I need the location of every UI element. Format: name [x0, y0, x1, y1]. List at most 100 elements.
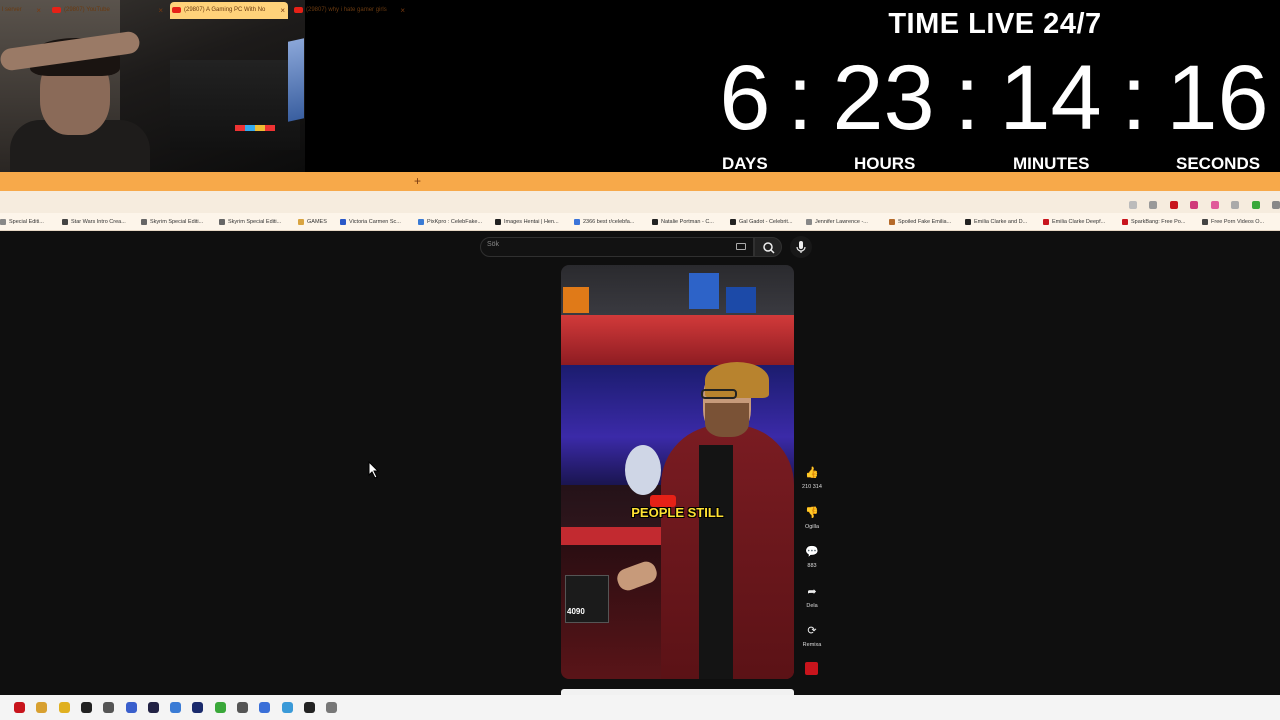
bookmark-item[interactable]: Gal Gadot - Celebrit... — [730, 217, 793, 227]
bookmark-label: GAMES — [307, 219, 327, 225]
bookmark-item[interactable]: Natalie Portman - C... — [652, 217, 714, 227]
close-icon[interactable]: × — [280, 2, 285, 19]
thumbs-up-icon: 👍 — [805, 467, 819, 479]
close-icon[interactable]: × — [158, 2, 163, 19]
like-button[interactable]: 👍 210 314 — [799, 466, 825, 490]
bookmark-label: Star Wars Intro Crea... — [71, 219, 126, 225]
timer-seconds-label: SECONDS — [1176, 154, 1261, 173]
extension-icon[interactable] — [1169, 201, 1178, 209]
taskbar-app-icon[interactable] — [192, 702, 204, 713]
timer-days-label: DAYS — [722, 154, 768, 173]
taskbar-app-icon[interactable] — [214, 702, 226, 713]
short-video-player[interactable]: 4090 PEOPLE STILL — [561, 265, 794, 679]
comment-icon: 💬 — [805, 546, 819, 558]
bookmark-item[interactable]: PixKpro : CelebFake... — [418, 217, 482, 227]
bookmark-item[interactable]: SparkBang: Free Po... — [1122, 217, 1185, 227]
bookmark-item[interactable]: Spoiled Fake Emilia... — [889, 217, 951, 227]
bookmark-label: Spoiled Fake Emilia... — [898, 219, 952, 225]
share-button[interactable]: ➦ Dela — [799, 585, 825, 609]
timer-minutes-label: MINUTES — [1013, 154, 1090, 173]
taskbar-app-icon[interactable] — [125, 702, 137, 713]
bookmark-favicon-icon — [1043, 219, 1049, 225]
taskbar-app-icon[interactable] — [237, 702, 248, 713]
keyboard-icon[interactable] — [736, 243, 746, 250]
download-icon[interactable] — [1251, 201, 1260, 209]
taskbar-app-icon[interactable] — [147, 702, 159, 713]
video-plush-toy — [625, 445, 661, 495]
tab-title: l server — [2, 7, 22, 13]
webcam-monitor-glow — [288, 38, 304, 122]
bookmark-item[interactable]: Emilia Clarke Deepf... — [1043, 217, 1105, 227]
bookmark-favicon-icon — [141, 219, 147, 225]
taskbar-app-icon[interactable] — [58, 702, 70, 713]
bookmark-item[interactable]: Skyrim Special Editi... — [219, 217, 281, 227]
bookmark-favicon-icon — [340, 219, 346, 225]
menu-icon[interactable] — [1272, 201, 1280, 209]
timer-hours: 23 — [832, 47, 935, 149]
taskbar-app-icon[interactable] — [80, 702, 92, 713]
bookmark-label: Skyrim Special Editi... — [150, 219, 204, 225]
tab[interactable]: (29807) YouTube × — [50, 2, 166, 19]
bookmark-favicon-icon — [495, 219, 501, 225]
bookmark-label: PixKpro : CelebFake... — [427, 219, 483, 225]
bookmark-favicon-icon — [1122, 219, 1128, 225]
webcam-overlay — [0, 0, 305, 172]
taskbar-app-icon[interactable] — [170, 702, 182, 713]
search-button[interactable] — [754, 237, 782, 257]
bookmark-item[interactable]: Special Editi... — [0, 217, 44, 227]
bookmark-item[interactable]: Skyrim Special Editi... — [141, 217, 203, 227]
video-shelf-red — [561, 315, 794, 365]
webcam-desk — [170, 60, 300, 150]
bookmark-favicon-icon — [652, 219, 658, 225]
taskbar-app-icon[interactable] — [303, 702, 315, 713]
comment-count: 883 — [807, 563, 817, 569]
extension-icon[interactable] — [1231, 201, 1240, 209]
taskbar-app-icon[interactable] — [259, 702, 271, 713]
taskbar-app-icon[interactable] — [36, 702, 48, 713]
bookmark-item[interactable]: Emilia Clarke and D... — [965, 217, 1027, 227]
new-tab-button[interactable]: + — [414, 174, 421, 188]
search-input[interactable] — [480, 237, 754, 257]
bookmark-item[interactable]: Star Wars Intro Crea... — [62, 217, 126, 227]
bookmark-item[interactable]: Jennifer Lawrence -... — [806, 217, 868, 227]
bookmark-item[interactable]: Victoria Carmen Sc... — [340, 217, 401, 227]
taskbar-app-icon[interactable] — [281, 702, 293, 713]
taskbar-app-icon[interactable] — [14, 702, 25, 713]
tab[interactable]: l server × — [0, 2, 44, 19]
webcam-leds — [235, 125, 275, 131]
tab-title: (29807) A Gaming PC With No — [184, 7, 266, 13]
taskbar-app-icon[interactable] — [103, 702, 115, 713]
bookmark-label: Natalie Portman - C... — [661, 219, 714, 225]
bookmark-label: Victoria Carmen Sc... — [349, 219, 401, 225]
cast-icon[interactable] — [1128, 201, 1137, 209]
bookmark-label: Free Porn Videos O... — [1211, 219, 1265, 225]
comments-button[interactable]: 💬 883 — [799, 545, 825, 569]
voice-search-button[interactable] — [790, 236, 812, 258]
channel-avatar[interactable] — [805, 662, 818, 675]
close-icon[interactable]: × — [400, 2, 405, 19]
remix-button[interactable]: ⟳ Remixa — [799, 624, 825, 648]
bookmark-item[interactable]: GAMES — [298, 217, 327, 227]
bookmark-item[interactable]: 2366 best r/celebfa... — [574, 217, 634, 227]
bookmark-label: 2366 best r/celebfa... — [583, 219, 635, 225]
extension-icon[interactable] — [1210, 201, 1219, 209]
search-placeholder: Sök — [487, 241, 500, 248]
tab-active[interactable]: (29807) A Gaming PC With No × — [170, 2, 288, 19]
timer-seconds: 16 — [1166, 47, 1269, 149]
dislike-button[interactable]: 👎 Ogilla — [799, 506, 825, 530]
taskbar-app-icon[interactable] — [326, 702, 338, 713]
address-bar[interactable] — [0, 191, 1280, 213]
bookmark-item[interactable]: Free Porn Videos O... — [1202, 217, 1264, 227]
countdown-timer: TIME LIVE 24/7 6:23:14:16 DAYS HOURS MIN… — [700, 0, 1280, 173]
close-icon[interactable]: × — [36, 2, 41, 19]
timer-minutes: 14 — [999, 47, 1102, 149]
bookmark-label: Emilia Clarke Deepf... — [1052, 219, 1106, 225]
bookmark-item[interactable]: Images Hentai | Hen... — [495, 217, 559, 227]
mic-icon — [796, 241, 806, 253]
youtube-icon — [172, 7, 181, 13]
extension-icon[interactable] — [1190, 201, 1199, 209]
bookmark-label: Skyrim Special Editi... — [228, 219, 282, 225]
video-shelf-top — [561, 265, 794, 315]
star-icon[interactable] — [1149, 201, 1158, 209]
tab[interactable]: (29807) why i hate gamer girls × — [292, 2, 408, 19]
